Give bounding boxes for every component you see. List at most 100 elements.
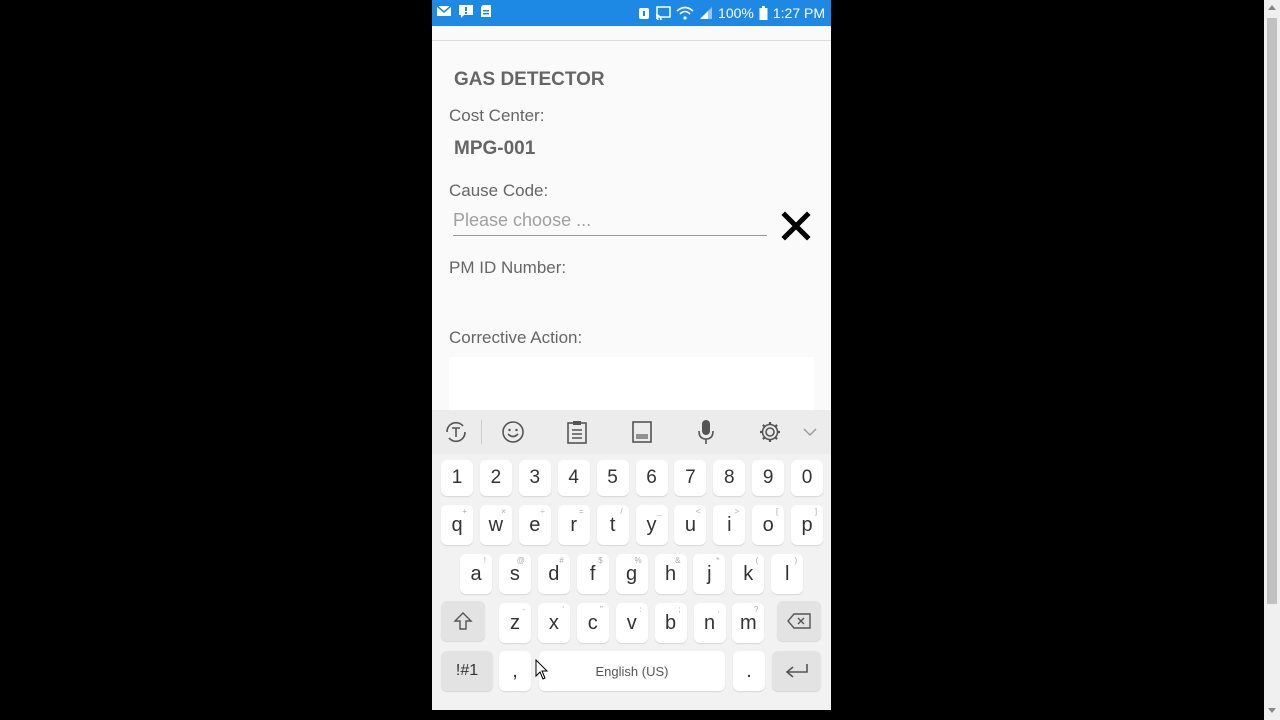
- key-d[interactable]: d #: [537, 554, 570, 594]
- status-bar: 100% 1:27 PM: [432, 0, 831, 26]
- key-label: y: [646, 513, 657, 536]
- key-r[interactable]: r =: [557, 505, 590, 545]
- cost-center-value: MPG-001: [454, 138, 536, 159]
- key-label: 2: [490, 467, 502, 488]
- key-hint: (: [755, 556, 759, 565]
- key-v[interactable]: v:: [615, 603, 648, 643]
- key-3[interactable]: 3: [518, 460, 551, 496]
- scroll-thumb[interactable]: [1267, 18, 1277, 604]
- key-2[interactable]: 2: [479, 460, 512, 496]
- key-hint: ,: [717, 605, 720, 614]
- key-z[interactable]: z-: [499, 603, 531, 643]
- key-9[interactable]: 9: [752, 460, 785, 496]
- key-w[interactable]: w ×: [479, 505, 512, 545]
- key-s[interactable]: s @: [498, 554, 531, 594]
- text-mode-button[interactable]: [442, 419, 470, 445]
- key-f[interactable]: f $: [576, 554, 609, 594]
- enter-key[interactable]: [772, 651, 821, 691]
- key-hint: *: [716, 556, 720, 565]
- key-h[interactable]: h &: [654, 554, 687, 594]
- alarm-icon: [639, 8, 650, 19]
- cause-code-picker[interactable]: [453, 205, 767, 236]
- key-label: x: [548, 611, 559, 634]
- period-key[interactable]: .: [733, 651, 765, 691]
- key-zero[interactable]: 0: [791, 460, 824, 496]
- key-4[interactable]: 4: [557, 460, 590, 496]
- key-p[interactable]: p]: [791, 505, 824, 545]
- battery-icon: [759, 6, 768, 20]
- key-label: v: [626, 611, 637, 634]
- gear-icon: [760, 422, 780, 442]
- key-j[interactable]: j *: [693, 554, 726, 594]
- key-5[interactable]: 5: [596, 460, 629, 496]
- symbols-key[interactable]: !#1: [441, 651, 493, 691]
- key-hint: !: [483, 556, 486, 565]
- key-label: s: [509, 562, 520, 585]
- key-m[interactable]: m?: [732, 603, 765, 643]
- scroll-down-arrow-icon[interactable]: [1268, 708, 1276, 713]
- key-hint: ?: [753, 605, 759, 614]
- key-label: 8: [724, 467, 735, 488]
- key-hint: ;: [678, 605, 681, 614]
- key-hint: =: [579, 507, 584, 516]
- key-q[interactable]: q +: [441, 505, 473, 545]
- key-label: r: [570, 513, 578, 536]
- key-hint: ): [794, 556, 798, 565]
- key-u[interactable]: u <: [674, 505, 707, 545]
- keyboard-mode-button[interactable]: [628, 419, 656, 445]
- key-label: d: [548, 562, 560, 585]
- key-e[interactable]: e ÷: [518, 505, 551, 545]
- key-c[interactable]: c ": [576, 603, 609, 643]
- key-1[interactable]: 1: [441, 460, 473, 496]
- backspace-key[interactable]: [777, 601, 821, 641]
- clipboard-button[interactable]: [563, 419, 591, 445]
- key-o[interactable]: o[: [752, 505, 785, 545]
- key-label: 4: [568, 467, 579, 488]
- key-hint: -: [522, 605, 525, 614]
- key-hint: >: [734, 507, 740, 516]
- page-scrollbar[interactable]: [1264, 0, 1280, 720]
- key-label: 3: [529, 467, 541, 488]
- clear-cause-code-button[interactable]: [781, 211, 811, 241]
- backspace-icon: [787, 613, 811, 629]
- comma-key[interactable]: ,: [499, 651, 531, 691]
- key-y[interactable]: y _: [635, 505, 668, 545]
- emoji-button[interactable]: [499, 419, 527, 445]
- keyboard-settings-button[interactable]: [756, 419, 784, 445]
- key-label: z: [510, 611, 520, 634]
- key-hint: ]: [814, 507, 818, 516]
- key-label: n: [703, 611, 716, 634]
- keyboard-toolbar: [432, 410, 831, 454]
- key-label: h: [664, 562, 677, 585]
- key-l[interactable]: l): [771, 554, 804, 594]
- key-8[interactable]: 8: [713, 460, 746, 496]
- key-7[interactable]: 7: [674, 460, 707, 496]
- scroll-up-arrow-icon[interactable]: [1268, 5, 1276, 10]
- key-hint: +: [462, 507, 467, 516]
- key-n[interactable]: n,: [693, 603, 726, 643]
- key-6[interactable]: 6: [635, 460, 668, 496]
- corrective-action-input[interactable]: [449, 357, 814, 417]
- key-g[interactable]: g%: [615, 554, 648, 594]
- key-label: 9: [762, 467, 774, 488]
- key-a[interactable]: a!: [460, 554, 492, 594]
- key-hint: ': [562, 605, 564, 614]
- key-t[interactable]: t /: [596, 505, 629, 545]
- wifi-icon: [676, 6, 694, 20]
- key-label: 6: [646, 467, 657, 488]
- key-label: o: [762, 513, 774, 536]
- key-label: l: [784, 562, 790, 585]
- key-label: j: [707, 562, 712, 585]
- key-b[interactable]: b;: [654, 603, 687, 643]
- shift-key[interactable]: [441, 601, 485, 641]
- key-x[interactable]: x ': [537, 603, 570, 643]
- key-hint: %: [634, 556, 642, 565]
- key-i[interactable]: i >: [713, 505, 746, 545]
- mouse-pointer-icon: [535, 659, 549, 680]
- voice-input-button[interactable]: [692, 419, 720, 445]
- pm-id-label: PM ID Number:: [449, 258, 567, 277]
- collapse-toolbar-button[interactable]: [796, 419, 824, 445]
- key-hint: ÷: [540, 507, 545, 516]
- space-key[interactable]: English (US): [539, 651, 725, 691]
- key-k[interactable]: k(: [732, 554, 765, 594]
